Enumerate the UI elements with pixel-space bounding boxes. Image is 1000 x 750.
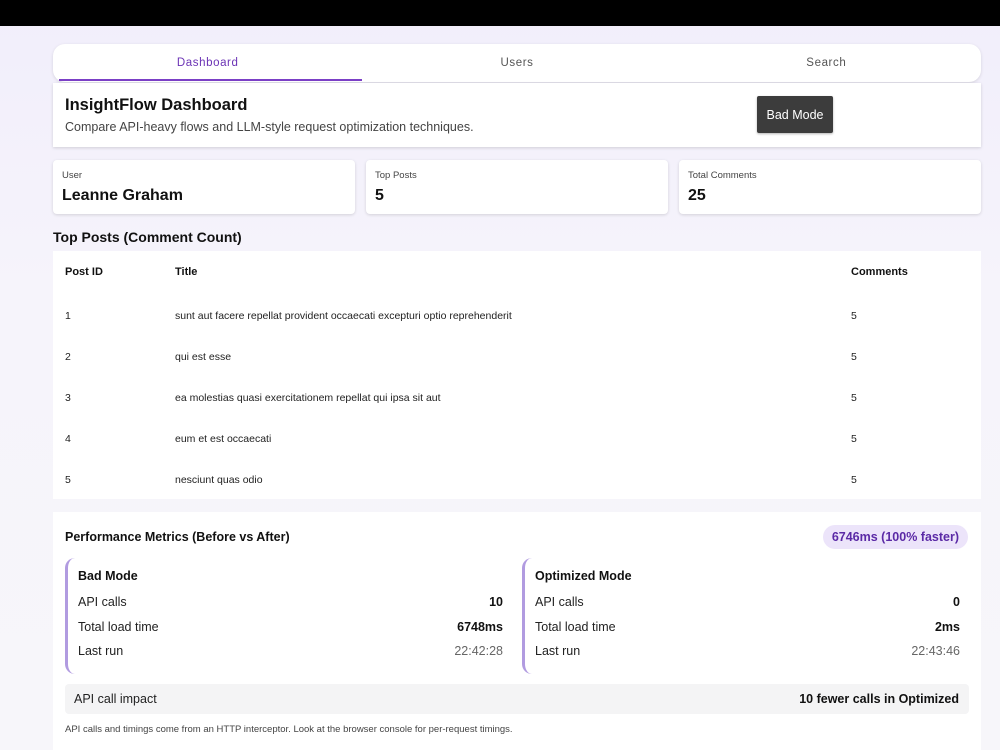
last-run-label: Last run	[535, 644, 581, 658]
tab-dashboard[interactable]: Dashboard	[53, 44, 363, 82]
last-run-value: 22:42:28	[454, 644, 503, 658]
load-time-value: 6748ms	[457, 620, 503, 634]
posts-table	[53, 251, 981, 499]
page-title: InsightFlow Dashboard	[65, 96, 248, 114]
load-time-label: Total load time	[78, 620, 159, 634]
table-cell-title: qui est esse	[175, 351, 232, 363]
last-run-label: Last run	[78, 644, 124, 658]
panel-title: Bad Mode	[78, 569, 138, 583]
panel-title: Optimized Mode	[535, 569, 632, 583]
load-time-value: 2ms	[934, 620, 960, 634]
performance-title: Performance Metrics (Before vs After)	[65, 530, 290, 544]
stat-value: 25	[688, 187, 706, 204]
table-cell-title: sunt aut facere repellat provident occae…	[175, 310, 512, 322]
stat-label: Top Posts	[375, 170, 417, 181]
table-cell-comments: 5	[851, 433, 857, 445]
column-header-title: Title	[175, 266, 198, 278]
table-cell-id: 3	[65, 392, 71, 404]
tab-users[interactable]: Users	[362, 44, 671, 82]
table-cell-title: ea molestias quasi exercitationem repell…	[175, 392, 441, 404]
last-run-value: 22:43:46	[911, 644, 960, 658]
api-calls-label: API calls	[78, 595, 127, 609]
table-cell-id: 2	[65, 351, 71, 363]
tab-search[interactable]: Search	[672, 44, 981, 82]
header-card: InsightFlow Dashboard Compare API-heavy …	[53, 83, 981, 147]
optimized-mode-panel: Optimized Mode API calls 0 Total load ti…	[522, 558, 966, 674]
api-calls-value: 10	[489, 595, 503, 609]
api-calls-value: 0	[953, 595, 960, 609]
footnote: API calls and timings come from an HTTP …	[65, 724, 513, 735]
posts-section-title: Top Posts (Comment Count)	[53, 229, 242, 245]
table-cell-comments: 5	[851, 351, 857, 363]
speedup-badge: 6746ms (100% faster)	[822, 525, 968, 549]
api-calls-label: API calls	[535, 595, 584, 609]
tab-bar: Dashboard Users Search	[53, 44, 981, 82]
table-cell-comments: 5	[851, 310, 857, 322]
load-time-label: Total load time	[535, 620, 616, 634]
impact-value: 10 fewer calls in Optimized	[799, 692, 959, 706]
stat-label: Total Comments	[688, 170, 757, 181]
column-header-comments: Comments	[851, 266, 908, 278]
page-subtitle: Compare API-heavy flows and LLM-style re…	[65, 120, 474, 134]
mode-toggle-button[interactable]: Bad Mode	[757, 96, 833, 133]
table-cell-id: 5	[65, 474, 71, 486]
table-cell-title: nesciunt quas odio	[175, 474, 263, 486]
api-impact-bar: API call impact 10 fewer calls in Optimi…	[65, 684, 969, 714]
stat-label: User	[62, 170, 83, 181]
stat-value: 5	[375, 187, 384, 204]
stat-card-total-comments: Total Comments 25	[679, 160, 981, 214]
stat-card-user: User Leanne Graham	[53, 160, 355, 214]
stat-value: Leanne Graham	[62, 187, 183, 204]
table-cell-id: 1	[65, 310, 71, 322]
table-cell-comments: 5	[851, 474, 857, 486]
impact-label: API call impact	[74, 692, 157, 706]
top-bar	[0, 0, 1000, 26]
bad-mode-panel: Bad Mode API calls 10 Total load time 67…	[65, 558, 509, 674]
table-cell-comments: 5	[851, 392, 857, 404]
stat-card-top-posts: Top Posts 5	[366, 160, 668, 214]
table-cell-title: eum et est occaecati	[175, 433, 272, 445]
column-header-post-id: Post ID	[65, 266, 103, 278]
table-cell-id: 4	[65, 433, 71, 445]
